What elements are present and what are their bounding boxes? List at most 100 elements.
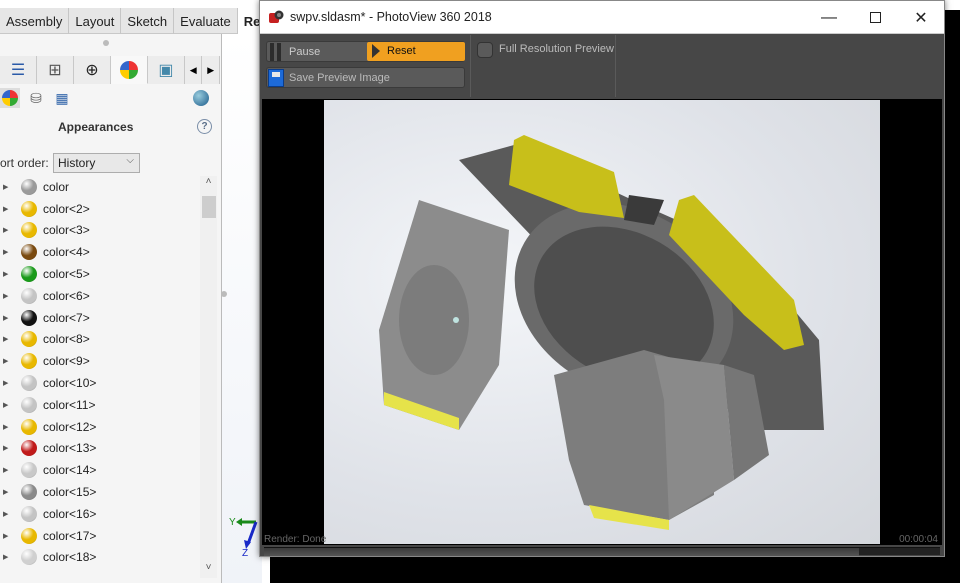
help-icon[interactable]: ? [197,119,212,134]
photoview-app-icon [269,10,284,23]
maximize-button[interactable] [852,1,898,34]
expand-arrow-icon[interactable]: ▶ [3,401,8,409]
appearance-swatch-icon [21,222,37,239]
reference-triad: Y Z [229,517,258,557]
appearance-item[interactable]: ▶ color<13> [0,438,200,460]
appearance-list: ▶ color ▶ color<2> ▶ color<3> ▶ color<4> ▶ color<… [0,176,200,568]
appearance-item[interactable]: ▶ color<4> [0,241,200,263]
expand-arrow-icon[interactable]: ▶ [3,335,8,343]
appearance-item[interactable]: ▶ color [0,176,200,198]
appearances-subtab[interactable] [0,88,20,108]
color-wheel-icon [119,60,138,79]
expand-arrow-icon[interactable]: ▶ [3,248,8,256]
reset-button[interactable]: Reset [367,42,465,61]
render-status: Render: Done [264,534,327,545]
tab-evaluate[interactable]: Evaluate [174,8,238,34]
expand-arrow-icon[interactable]: ▶ [3,444,8,452]
expand-arrow-icon[interactable]: ▶ [3,270,8,278]
tabs-scroll-right[interactable]: ▶ [202,56,220,84]
minimize-button[interactable]: — [806,1,852,34]
appearance-swatch-icon [21,527,37,544]
appearance-label: color<15> [43,485,97,500]
appearance-swatch-icon [21,178,37,195]
expand-arrow-icon[interactable]: ▶ [3,510,8,518]
expand-arrow-icon[interactable]: ▶ [3,532,8,540]
appearance-label: color<10> [43,376,97,391]
expand-arrow-icon[interactable]: ▶ [3,183,8,191]
appearance-swatch-icon [21,396,37,413]
pause-button[interactable]: Pause Reset [266,41,465,62]
appearance-item[interactable]: ▶ color<2> [0,198,200,220]
list-scrollbar[interactable]: ˄ ˅ [200,176,217,578]
scene-icon: ▣ [158,62,174,79]
play-icon [372,44,380,58]
appearance-item[interactable]: ▶ color<10> [0,372,200,394]
appearance-subtabs: ⛁ ▦ [0,86,220,110]
appearance-item[interactable]: ▶ color<8> [0,329,200,351]
appearance-label: color [43,179,70,194]
pane-grip[interactable] [103,40,109,46]
appearance-swatch-icon [21,353,37,370]
appearance-item[interactable]: ▶ color<6> [0,285,200,307]
expand-arrow-icon[interactable]: ▶ [3,292,8,300]
appearances-tab[interactable] [110,56,148,84]
color-wheel-icon [2,90,18,106]
appearance-settings-button[interactable] [191,88,211,108]
expand-arrow-icon[interactable]: ▶ [3,423,8,431]
close-button[interactable]: ✕ [898,1,944,34]
scroll-thumb[interactable] [202,196,216,218]
appearance-item[interactable]: ▶ color<5> [0,263,200,285]
appearance-item[interactable]: ▶ color<16> [0,503,200,525]
expand-arrow-icon[interactable]: ▶ [3,466,8,474]
feature-tree-tab[interactable]: ☰ [0,56,37,84]
pane-tabs: ☰ ⊞ ⊕ ▣ ◀ ▶ [0,56,220,84]
appearance-item[interactable]: ▶ color<3> [0,220,200,242]
scene-tab[interactable]: ▣ [147,56,185,84]
background-region [945,10,960,570]
appearance-label: color<17> [43,528,97,543]
save-preview-image-button[interactable]: Save Preview Image [266,67,465,88]
configuration-tab[interactable]: ⊕ [73,56,111,84]
appearance-item[interactable]: ▶ color<17> [0,525,200,547]
appearance-label: color<7> [43,310,90,325]
appearance-item[interactable]: ▶ color<9> [0,350,200,372]
expand-arrow-icon[interactable]: ▶ [3,226,8,234]
full-resolution-checkbox[interactable] [477,42,493,58]
scroll-down-button[interactable]: ˅ [200,562,217,578]
tab-layout[interactable]: Layout [69,8,122,34]
expand-arrow-icon[interactable]: ▶ [3,357,8,365]
pane-splitter[interactable] [221,291,227,297]
photoview-window: swpv.sldasm* - PhotoView 360 2018 — ✕ Pa… [259,0,945,557]
scenes-subtab[interactable]: ▦ [52,88,72,108]
appearance-item[interactable]: ▶ color<14> [0,459,200,481]
expand-arrow-icon[interactable]: ▶ [3,205,8,213]
tab-assembly[interactable]: Assembly [0,8,70,34]
tab-sketch[interactable]: Sketch [121,8,175,34]
scroll-up-button[interactable]: ˄ [200,176,217,192]
window-titlebar[interactable]: swpv.sldasm* - PhotoView 360 2018 — ✕ [260,1,944,34]
render-viewport[interactable]: Render: Done 00:00:04 [262,99,942,545]
appearance-item[interactable]: ▶ color<7> [0,307,200,329]
expand-arrow-icon[interactable]: ▶ [3,314,8,322]
appearance-item[interactable]: ▶ color<18> [0,547,200,569]
expand-arrow-icon[interactable]: ▶ [3,553,8,561]
decals-subtab[interactable]: ⛁ [26,88,46,108]
appearance-item[interactable]: ▶ color<12> [0,416,200,438]
tabs-scroll-left[interactable]: ◀ [184,56,203,84]
appearance-item[interactable]: ▶ color<15> [0,481,200,503]
appearance-label: color<8> [43,332,90,347]
sort-order-select[interactable]: History ⌵ [53,153,140,173]
expand-arrow-icon[interactable]: ▶ [3,379,8,387]
property-manager-tab[interactable]: ⊞ [36,56,74,84]
expand-arrow-icon[interactable]: ▶ [3,488,8,496]
appearance-item[interactable]: ▶ color<11> [0,394,200,416]
full-resolution-label: Full Resolution Preview [499,43,614,55]
appearance-swatch-icon [21,287,37,304]
graphics-area[interactable] [222,34,262,583]
appearance-label: color<4> [43,245,90,260]
appearance-label: color<6> [43,288,90,303]
reset-label: Reset [387,45,416,57]
appearance-swatch-icon [21,331,37,348]
toolbar-separator [470,35,471,97]
render-progress-bar [264,547,940,556]
